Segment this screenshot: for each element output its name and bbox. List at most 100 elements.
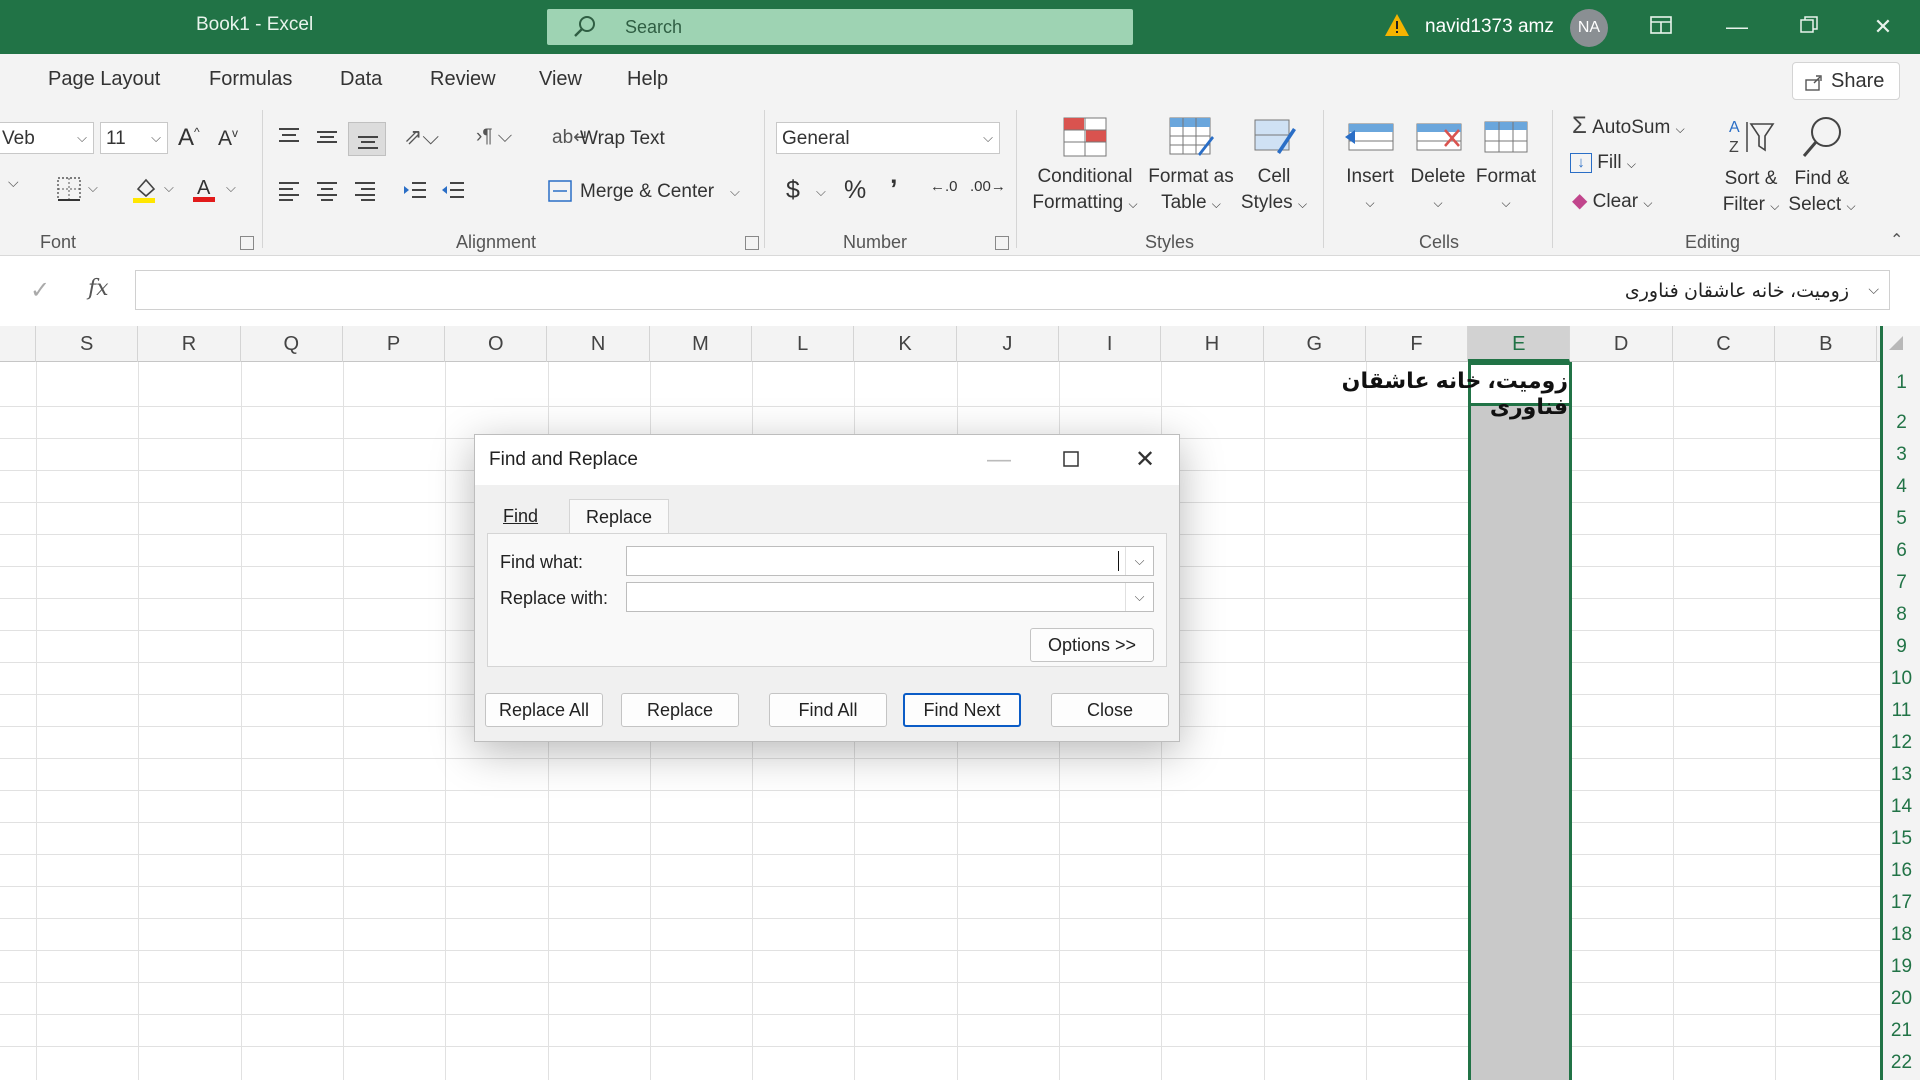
row-header-22[interactable]: 22 (1883, 1052, 1920, 1074)
alignment-launcher-icon[interactable] (745, 236, 759, 250)
align-middle-icon[interactable] (314, 126, 340, 148)
replace-all-button[interactable]: Replace All (485, 693, 603, 727)
find-all-button[interactable]: Find All (769, 693, 887, 727)
column-header-d[interactable]: D (1571, 326, 1673, 362)
share-button[interactable]: Share (1792, 62, 1900, 100)
format-as-table-button[interactable]: Format as Table ⌵ (1146, 116, 1236, 217)
comma-style-icon[interactable]: ’ (890, 174, 898, 205)
row-header-20[interactable]: 20 (1883, 988, 1920, 1010)
dialog-maximize-icon[interactable] (1051, 443, 1091, 477)
enter-check-icon[interactable]: ✓ (30, 276, 50, 305)
sort-filter-button[interactable]: AZ Sort & Filter ⌵ (1716, 114, 1786, 219)
column-header-n[interactable]: N (548, 326, 650, 362)
find-select-button[interactable]: Find & Select ⌵ (1786, 114, 1858, 219)
row-header-7[interactable]: 7 (1883, 572, 1920, 594)
row-header-19[interactable]: 19 (1883, 956, 1920, 978)
font-color-dropdown-icon[interactable]: ⌵ (226, 180, 236, 196)
number-format-select[interactable]: General ⌵ (776, 122, 1000, 154)
row-header-4[interactable]: 4 (1883, 476, 1920, 498)
column-header-i[interactable]: I (1059, 326, 1162, 362)
row-header-21[interactable]: 21 (1883, 1020, 1920, 1042)
decrease-indent-icon[interactable] (402, 180, 428, 202)
warning-icon[interactable] (1384, 13, 1410, 37)
tab-page-layout[interactable]: Page Layout (48, 68, 160, 91)
cell-e1[interactable]: زومیت، خانه عاشقان فناوری (1280, 368, 1568, 420)
close-button[interactable]: Close (1051, 693, 1169, 727)
column-header-g[interactable]: G (1264, 326, 1366, 362)
font-size-select[interactable]: 11 ⌵ (100, 122, 168, 154)
ribbon-display-icon[interactable] (1644, 11, 1678, 43)
column-header-l[interactable]: L (752, 326, 855, 362)
find-what-dropdown-icon[interactable]: ⌵ (1125, 547, 1153, 575)
column-header-p[interactable]: P (343, 326, 446, 362)
text-direction-icon[interactable]: ›¶ ⌵ (476, 126, 512, 148)
fill-button[interactable]: ↓ Fill ⌵ (1570, 152, 1636, 174)
expand-formula-icon[interactable]: ⌵ (1868, 281, 1879, 298)
increase-font-icon[interactable]: A^ (178, 124, 200, 152)
column-header-f[interactable]: F (1366, 326, 1469, 362)
column-header-m[interactable]: M (650, 326, 753, 362)
replace-with-input[interactable]: ⌵ (626, 582, 1154, 612)
decrease-font-icon[interactable]: Av (218, 126, 238, 151)
increase-indent-icon[interactable] (440, 180, 466, 202)
autosum-button[interactable]: Σ AutoSum ⌵ (1572, 112, 1685, 140)
tab-review[interactable]: Review (430, 68, 496, 91)
avatar[interactable]: NA (1570, 9, 1608, 47)
options-button[interactable]: Options >> (1030, 628, 1154, 662)
font-launcher-icon[interactable] (240, 236, 254, 250)
tab-data[interactable]: Data (340, 68, 382, 91)
row-header-5[interactable]: 5 (1883, 508, 1920, 530)
conditional-formatting-button[interactable]: Conditional Formatting ⌵ (1026, 116, 1144, 217)
align-bottom-button[interactable] (348, 122, 386, 156)
decrease-decimal-icon[interactable]: .00→ (970, 178, 1006, 195)
row-header-6[interactable]: 6 (1883, 540, 1920, 562)
align-right-icon[interactable] (352, 180, 378, 202)
currency-icon[interactable]: $ (786, 176, 800, 205)
select-all-corner[interactable] (1889, 336, 1903, 350)
row-header-13[interactable]: 13 (1883, 764, 1920, 786)
column-header-c[interactable]: C (1673, 326, 1776, 362)
insert-button[interactable]: Insert ⌵ (1336, 116, 1404, 216)
close-window-icon[interactable]: ✕ (1866, 11, 1900, 43)
insert-function-icon[interactable]: fx (88, 276, 109, 301)
row-header-11[interactable]: 11 (1883, 700, 1920, 722)
formula-input[interactable]: زومیت، خانه عاشقان فناوری ⌵ (135, 270, 1890, 310)
font-color-icon[interactable]: A (190, 174, 220, 204)
borders-dropdown-icon[interactable]: ⌵ (88, 180, 98, 196)
find-next-button[interactable]: Find Next (903, 693, 1021, 727)
column-header-o[interactable]: O (445, 326, 548, 362)
row-header-9[interactable]: 9 (1883, 636, 1920, 658)
column-header-j[interactable]: J (957, 326, 1059, 362)
row-header-8[interactable]: 8 (1883, 604, 1920, 626)
borders-icon[interactable] (56, 176, 82, 202)
underline-dropdown-icon[interactable]: ⌵ (8, 174, 19, 191)
align-center-icon[interactable] (314, 180, 340, 202)
row-header-2[interactable]: 2 (1883, 412, 1920, 434)
find-what-input[interactable]: ⌵ (626, 546, 1154, 576)
delete-button[interactable]: Delete ⌵ (1404, 116, 1472, 216)
minimize-icon[interactable]: — (1720, 11, 1754, 43)
format-button[interactable]: Format ⌵ (1472, 116, 1540, 216)
collapse-ribbon-icon[interactable]: ⌃ (1890, 230, 1903, 250)
clear-button[interactable]: ◆ Clear ⌵ (1572, 188, 1652, 213)
search-box[interactable]: Search (547, 9, 1133, 45)
align-left-icon[interactable] (276, 180, 302, 202)
column-header-b[interactable]: B (1775, 326, 1878, 362)
column-header-s[interactable]: S (36, 326, 139, 362)
column-header-h[interactable]: H (1161, 326, 1264, 362)
dialog-close-icon[interactable]: ✕ (1125, 443, 1165, 477)
fill-color-dropdown-icon[interactable]: ⌵ (164, 180, 174, 196)
column-header-e[interactable]: E (1468, 326, 1571, 362)
column-header-k[interactable]: K (854, 326, 957, 362)
replace-button[interactable]: Replace (621, 693, 739, 727)
row-header-10[interactable]: 10 (1883, 668, 1920, 690)
row-header-15[interactable]: 15 (1883, 828, 1920, 850)
column-header-r[interactable]: R (138, 326, 241, 362)
replace-with-dropdown-icon[interactable]: ⌵ (1125, 583, 1153, 611)
font-name-select[interactable]: Veb ⌵ (0, 122, 94, 154)
number-launcher-icon[interactable] (995, 236, 1009, 250)
row-header-14[interactable]: 14 (1883, 796, 1920, 818)
row-header-18[interactable]: 18 (1883, 924, 1920, 946)
cell-styles-button[interactable]: Cell Styles ⌵ (1236, 116, 1312, 217)
row-header-12[interactable]: 12 (1883, 732, 1920, 754)
